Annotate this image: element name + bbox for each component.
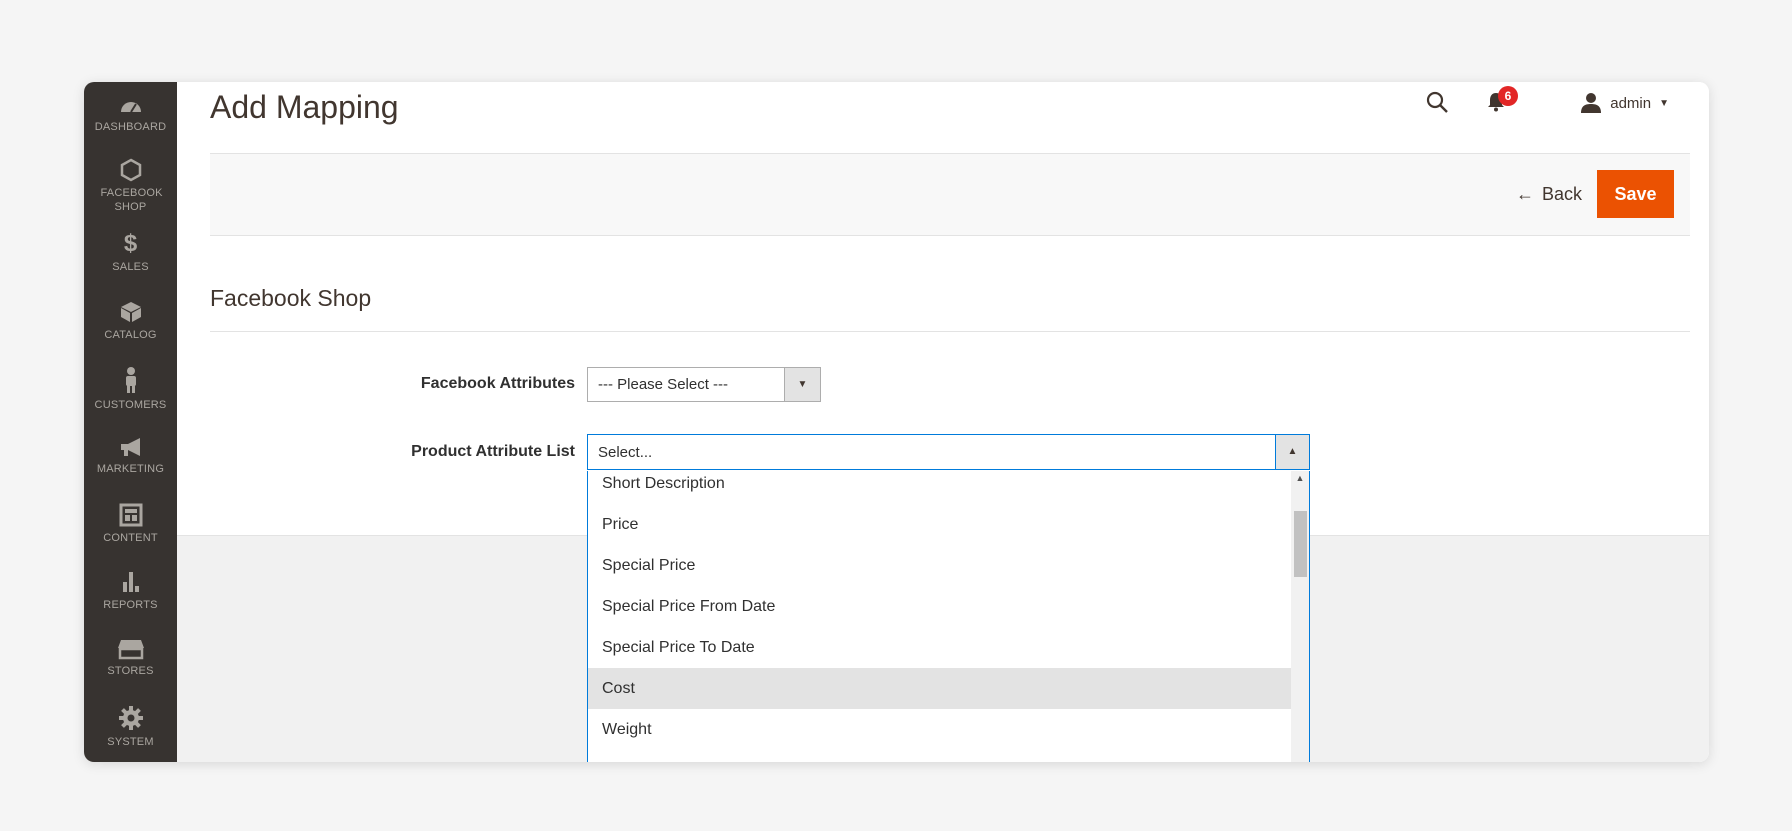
select-value: --- Please Select ---	[598, 376, 729, 393]
nav-label: SYSTEM	[107, 736, 154, 748]
nav-item-marketing[interactable]: MARKETING	[84, 436, 177, 476]
person-icon	[125, 367, 136, 393]
scrollbar-thumb[interactable]	[1294, 511, 1307, 577]
section-title: Facebook Shop	[210, 285, 372, 311]
dropdown-option[interactable]: Weight	[588, 709, 1292, 750]
dashboard-icon	[120, 102, 141, 113]
arrow-left-icon: ←	[1515, 184, 1534, 204]
admin-sidebar: DASHBOARD FACEBOOK SHOP $ SALES CATALOG	[84, 82, 177, 762]
dollar-icon: $	[123, 230, 138, 257]
nav-item-dashboard[interactable]: DASHBOARD	[84, 96, 177, 134]
dropdown-option[interactable]: Special Price From Date	[588, 586, 1292, 627]
nav-label: CATALOG	[104, 329, 157, 341]
nav-label: CUSTOMERS	[94, 399, 167, 411]
notification-count-badge: 6	[1498, 86, 1518, 106]
nav-label: DASHBOARD	[94, 121, 167, 133]
product-attribute-select[interactable]: Select... ▲	[587, 434, 1310, 470]
layout-icon	[119, 503, 142, 527]
store-icon	[117, 640, 144, 660]
select-placeholder: Select...	[598, 444, 653, 461]
nav-item-system[interactable]: SYSTEM	[84, 705, 177, 749]
product-attribute-dropdown: Short Description Price Special Price Sp…	[587, 471, 1310, 762]
scroll-up-icon[interactable]: ▲	[1291, 473, 1309, 483]
facebook-attributes-select[interactable]: --- Please Select --- ▼	[587, 367, 821, 402]
product-attribute-list-label: Product Attribute List	[411, 443, 575, 460]
save-button[interactable]: Save	[1597, 170, 1674, 218]
header-actions: 6 admin ▼	[1409, 86, 1669, 118]
nav-label: STORES	[107, 665, 154, 677]
hexagon-icon	[120, 158, 141, 182]
notifications-button[interactable]: 6	[1487, 86, 1518, 114]
back-label: Back	[1541, 184, 1582, 204]
nav-item-customers[interactable]: CUSTOMERS	[84, 366, 177, 412]
nav-item-sales[interactable]: $ SALES	[84, 232, 177, 274]
user-menu[interactable]: admin ▼	[1580, 88, 1669, 118]
dropdown-option-highlighted[interactable]: Cost	[588, 668, 1292, 709]
cube-icon	[120, 302, 141, 322]
facebook-attributes-label: Facebook Attributes	[420, 375, 575, 392]
nav-label: FACEBOOK SHOP	[100, 187, 163, 213]
nav-item-stores[interactable]: STORES	[84, 638, 177, 678]
chevron-up-icon: ▲	[1275, 435, 1309, 469]
page-actions-bar: ← Back Save	[210, 153, 1690, 236]
nav-label: MARKETING	[96, 463, 165, 475]
page-title: Add Mapping	[210, 89, 399, 125]
nav-label: SALES	[112, 261, 149, 273]
gear-icon	[118, 706, 143, 730]
dropdown-option[interactable]: Special Price	[588, 545, 1292, 586]
dropdown-option[interactable]: Special Price To Date	[588, 627, 1292, 668]
bar-chart-icon	[122, 572, 139, 592]
user-icon	[1581, 93, 1602, 113]
search-icon[interactable]	[1425, 90, 1449, 114]
nav-item-reports[interactable]: REPORTS	[84, 570, 177, 612]
back-button[interactable]: ← Back	[1516, 184, 1582, 205]
section-divider	[210, 331, 1690, 332]
nav-item-facebook-shop[interactable]: FACEBOOK SHOP	[84, 158, 177, 214]
dropdown-option[interactable]: Short Description	[588, 471, 1292, 504]
nav-item-catalog[interactable]: CATALOG	[84, 300, 177, 342]
admin-window: DASHBOARD FACEBOOK SHOP $ SALES CATALOG	[84, 82, 1709, 762]
nav-label: CONTENT	[103, 532, 158, 544]
dropdown-option[interactable]: Price	[588, 504, 1292, 545]
nav-label: REPORTS	[103, 599, 158, 611]
chevron-down-icon: ▼	[784, 368, 820, 401]
user-name: admin	[1610, 94, 1652, 112]
main-content: Add Mapping 6 admin ▼ ← Back Save Facebo…	[177, 82, 1709, 762]
dropdown-scrollbar[interactable]: ▲	[1291, 471, 1309, 762]
chevron-down-icon: ▼	[1659, 97, 1669, 109]
megaphone-icon	[120, 438, 140, 456]
nav-item-content[interactable]: CONTENT	[84, 503, 177, 545]
